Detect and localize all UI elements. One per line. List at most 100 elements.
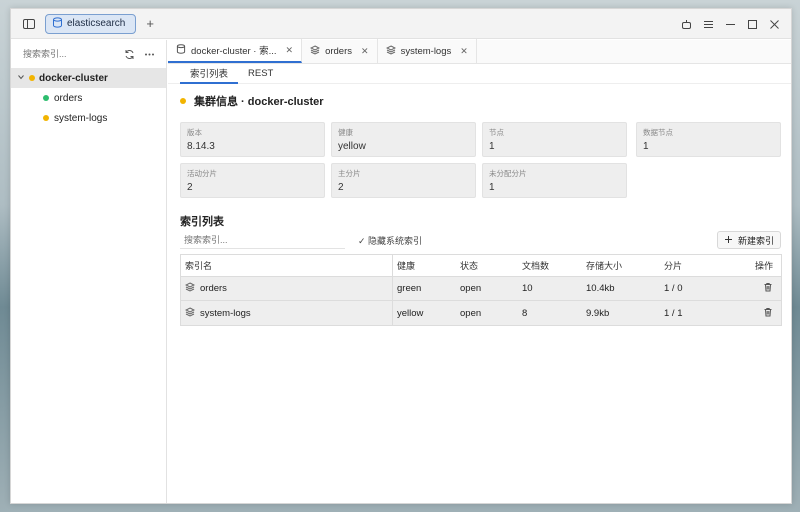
tree-item-label: system-logs <box>54 112 108 124</box>
maximize-icon[interactable] <box>741 13 763 35</box>
window-controls <box>675 9 785 39</box>
layers-icon <box>309 44 321 58</box>
column-header[interactable]: 健康 <box>393 255 456 276</box>
info-card-label: 健康 <box>338 128 353 137</box>
close-tab-icon[interactable]: ✕ <box>460 46 468 57</box>
status-cell: open <box>460 307 482 319</box>
info-card-primary-shards: 主分片 2 <box>331 163 476 198</box>
health-cell: green <box>397 283 422 294</box>
info-card-value: 1 <box>643 141 649 152</box>
docs-count-cell: 8 <box>522 307 528 319</box>
minimize-icon[interactable] <box>719 13 741 35</box>
index-status-dot <box>43 95 49 101</box>
index-table: 索引名 健康 状态 文档数 存储大小 分片 操作 orders green op… <box>180 254 782 326</box>
sidebar: docker-cluster orders system-logs <box>11 40 167 503</box>
info-card-unassigned-shards: 未分配分片 1 <box>482 163 627 198</box>
index-list-toolbar: ✓ 隐藏系统索引 新建索引 <box>180 231 781 249</box>
tab-label: docker-cluster · 索... <box>191 46 277 57</box>
add-tab-button[interactable]: + <box>146 16 154 31</box>
app-window: elasticsearch + 搜索索引... docker-cluster o… <box>10 8 792 504</box>
status-cell: open <box>460 283 482 294</box>
info-card-value: 1 <box>489 182 495 193</box>
tab-label: orders <box>325 45 353 57</box>
sidebar-search <box>11 40 166 68</box>
delete-icon[interactable] <box>763 307 773 320</box>
shards-cell: 1 / 0 <box>664 283 683 294</box>
sidebar-search-input[interactable] <box>23 49 123 59</box>
tab-label: system-logs <box>400 45 452 57</box>
column-header[interactable]: 索引名 <box>181 255 393 276</box>
info-card-active-shards: 活动分片 2 <box>180 163 325 198</box>
app-tab-label: elasticsearch <box>67 18 126 29</box>
info-card-value: 2 <box>187 182 193 193</box>
close-icon[interactable] <box>763 13 785 35</box>
menu-icon[interactable] <box>697 13 719 35</box>
index-status-dot <box>43 115 49 121</box>
health-cell: yellow <box>397 307 424 319</box>
more-icon[interactable] <box>143 46 157 62</box>
elasticsearch-icon <box>52 16 63 31</box>
info-card-label: 节点 <box>489 128 504 137</box>
plus-icon <box>724 235 733 246</box>
info-card-value: 8.14.3 <box>187 141 215 152</box>
close-tab-icon[interactable]: ✕ <box>286 45 294 56</box>
column-header[interactable]: 存储大小 <box>582 255 660 276</box>
index-search-input[interactable] <box>180 231 345 249</box>
hide-system-indices-checkbox[interactable]: ✓ 隐藏系统索引 <box>358 234 422 247</box>
main-panel: docker-cluster · 索... ✕ orders ✕ system-… <box>168 39 791 503</box>
tab-index-list[interactable]: 索引列表 <box>180 64 239 84</box>
store-size-cell: 9.9kb <box>586 307 610 319</box>
tab-docker-cluster[interactable]: docker-cluster · 索... ✕ <box>168 39 303 63</box>
tab-orders[interactable]: orders ✕ <box>302 39 378 63</box>
index-name-cell: orders <box>181 277 393 300</box>
info-card-label: 主分片 <box>338 169 361 178</box>
info-card-value: yellow <box>338 141 366 152</box>
delete-icon[interactable] <box>763 282 773 295</box>
cluster-status-dot <box>29 75 35 81</box>
tree-item-label: orders <box>54 92 83 104</box>
document-tabs: docker-cluster · 索... ✕ orders ✕ system-… <box>168 39 791 64</box>
app-tab-elasticsearch[interactable]: elasticsearch <box>45 13 137 34</box>
column-header[interactable]: 文档数 <box>518 255 582 276</box>
table-header-row: 索引名 健康 状态 文档数 存储大小 分片 操作 <box>181 255 781 277</box>
info-card-label: 未分配分片 <box>489 169 527 178</box>
layers-icon <box>385 44 396 58</box>
close-tab-icon[interactable]: ✕ <box>361 46 369 57</box>
table-row[interactable]: orders green open 10 10.4kb 1 / 0 <box>181 277 781 301</box>
new-index-button[interactable]: 新建索引 <box>716 231 781 249</box>
layers-icon <box>184 306 196 320</box>
index-name-cell: system-logs <box>181 301 393 325</box>
column-header: 操作 <box>754 261 773 271</box>
layers-icon <box>184 282 196 295</box>
info-card-nodes: 节点 1 <box>482 122 627 157</box>
index-name[interactable]: orders <box>200 283 227 294</box>
tree-item-system-logs[interactable]: system-logs <box>11 108 166 128</box>
tree-cluster-docker-cluster[interactable]: docker-cluster <box>11 68 166 88</box>
table-row[interactable]: system-logs yellow open 8 9.9kb 1 / 1 <box>181 301 781 325</box>
info-card-value: 1 <box>489 141 495 152</box>
cluster-info-title: 集群信息 · docker-cluster <box>194 96 324 108</box>
info-card-value: 2 <box>338 182 344 193</box>
chevron-down-icon[interactable] <box>17 73 25 84</box>
title-bar: elasticsearch + <box>11 9 791 39</box>
tree-item-orders[interactable]: orders <box>11 88 166 108</box>
tree-cluster-label: docker-cluster <box>39 72 108 84</box>
column-header[interactable]: 分片 <box>660 255 730 276</box>
cluster-info-heading: 集群信息 · docker-cluster <box>180 93 791 109</box>
sub-tabs: 索引列表 REST <box>168 64 791 84</box>
refresh-icon[interactable] <box>123 46 137 62</box>
toggle-sidebar-icon[interactable] <box>21 16 37 32</box>
shards-cell: 1 / 1 <box>664 307 683 319</box>
info-card-data-nodes: 数据节点 1 <box>636 122 781 157</box>
cluster-status-dot <box>180 98 186 104</box>
tab-system-logs[interactable]: system-logs ✕ <box>378 39 477 63</box>
column-header[interactable]: 状态 <box>456 255 518 276</box>
bot-icon[interactable] <box>675 13 697 35</box>
info-card-health: 健康 yellow <box>331 122 476 157</box>
index-name[interactable]: system-logs <box>200 308 251 319</box>
new-index-label: 新建索引 <box>737 235 774 246</box>
info-card-label: 版本 <box>187 128 202 137</box>
tab-rest[interactable]: REST <box>238 64 283 84</box>
docs-count-cell: 10 <box>522 283 533 294</box>
database-icon <box>176 43 186 57</box>
